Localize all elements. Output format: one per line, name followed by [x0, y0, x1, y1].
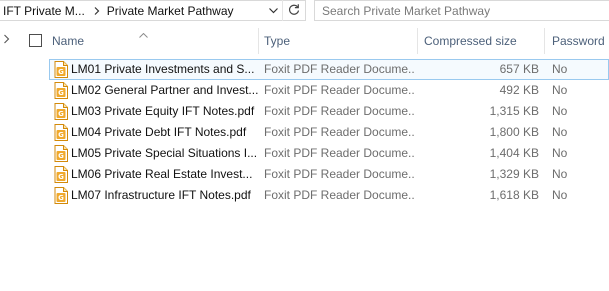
file-password-status: No: [552, 188, 568, 202]
file-name: LM04 Private Debt IFT Notes.pdf: [71, 125, 247, 139]
navigation-pane-expand-icon[interactable]: [2, 33, 12, 45]
refresh-icon: [288, 3, 300, 19]
file-compressed-size: 1,315 KB: [489, 104, 539, 118]
chevron-down-icon[interactable]: [265, 1, 281, 20]
file-password-status: No: [552, 62, 568, 76]
file-name: LM02 General Partner and Invest...: [71, 83, 258, 97]
file-name: LM03 Private Equity IFT Notes.pdf: [71, 104, 255, 118]
file-type: Foxit PDF Reader Docume...: [264, 104, 414, 118]
file-password-status: No: [552, 104, 568, 118]
search-input[interactable]: Search Private Market Pathway: [315, 4, 490, 18]
file-row[interactable]: G LM06 Private Real Estate Invest... Fox…: [49, 164, 609, 185]
foxit-pdf-icon: G: [54, 187, 68, 204]
file-compressed-size: 1,800 KB: [489, 125, 539, 139]
file-type: Foxit PDF Reader Docume...: [264, 83, 414, 97]
column-header-compressed-size[interactable]: Compressed size: [424, 32, 542, 50]
file-password-status: No: [552, 83, 568, 97]
svg-text:G: G: [58, 152, 64, 160]
file-name: LM01 Private Investments and S...: [71, 62, 255, 76]
refresh-button[interactable]: [282, 0, 304, 21]
address-bar[interactable]: IFT Private M... Private Market Pathway: [0, 0, 306, 21]
file-name: LM05 Private Special Situations I...: [71, 146, 258, 160]
column-divider[interactable]: [417, 28, 418, 54]
file-name: LM06 Private Real Estate Invest...: [71, 167, 253, 181]
breadcrumb-private-market-pathway[interactable]: Private Market Pathway: [103, 4, 234, 18]
column-header-type[interactable]: Type: [264, 32, 414, 50]
select-all-checkbox[interactable]: [29, 34, 42, 47]
foxit-pdf-icon: G: [54, 61, 68, 78]
file-row[interactable]: G LM01 Private Investments and S... Foxi…: [49, 59, 609, 80]
foxit-pdf-icon: G: [54, 166, 68, 183]
file-row[interactable]: G LM04 Private Debt IFT Notes.pdf Foxit …: [49, 122, 609, 143]
column-divider[interactable]: [544, 28, 545, 54]
foxit-pdf-icon: G: [54, 82, 68, 99]
svg-text:G: G: [58, 131, 64, 139]
breadcrumb-ift-private[interactable]: IFT Private M...: [0, 4, 85, 18]
file-compressed-size: 657 KB: [499, 62, 539, 76]
file-row[interactable]: G LM05 Private Special Situations I... F…: [49, 143, 609, 164]
file-compressed-size: 1,618 KB: [489, 188, 539, 202]
foxit-pdf-icon: G: [54, 145, 68, 162]
file-type: Foxit PDF Reader Docume...: [264, 167, 414, 181]
foxit-pdf-icon: G: [54, 124, 68, 141]
file-row[interactable]: G LM03 Private Equity IFT Notes.pdf Foxi…: [49, 101, 609, 122]
file-type: Foxit PDF Reader Docume...: [264, 146, 414, 160]
foxit-pdf-icon: G: [54, 103, 68, 120]
svg-text:G: G: [58, 89, 64, 97]
file-row[interactable]: G LM07 Infrastructure IFT Notes.pdf Foxi…: [49, 185, 609, 206]
file-password-status: No: [552, 125, 568, 139]
svg-text:G: G: [58, 194, 64, 202]
svg-text:G: G: [58, 110, 64, 118]
svg-text:G: G: [58, 68, 64, 76]
file-compressed-size: 1,404 KB: [489, 146, 539, 160]
chevron-right-icon[interactable]: [91, 6, 103, 15]
file-row[interactable]: G LM02 General Partner and Invest... Fox…: [49, 80, 609, 101]
file-type: Foxit PDF Reader Docume...: [264, 188, 414, 202]
file-password-status: No: [552, 167, 568, 181]
file-password-status: No: [552, 146, 568, 160]
column-header-name[interactable]: Name: [52, 32, 252, 50]
file-compressed-size: 492 KB: [499, 83, 539, 97]
svg-text:G: G: [58, 173, 64, 181]
search-box[interactable]: Search Private Market Pathway: [314, 0, 609, 21]
column-divider[interactable]: [258, 28, 259, 54]
file-name: LM07 Infrastructure IFT Notes.pdf: [71, 188, 251, 202]
file-type: Foxit PDF Reader Docume...: [264, 62, 414, 76]
column-header-password[interactable]: Password ...: [552, 32, 609, 50]
file-compressed-size: 1,329 KB: [489, 167, 539, 181]
file-type: Foxit PDF Reader Docume...: [264, 125, 414, 139]
